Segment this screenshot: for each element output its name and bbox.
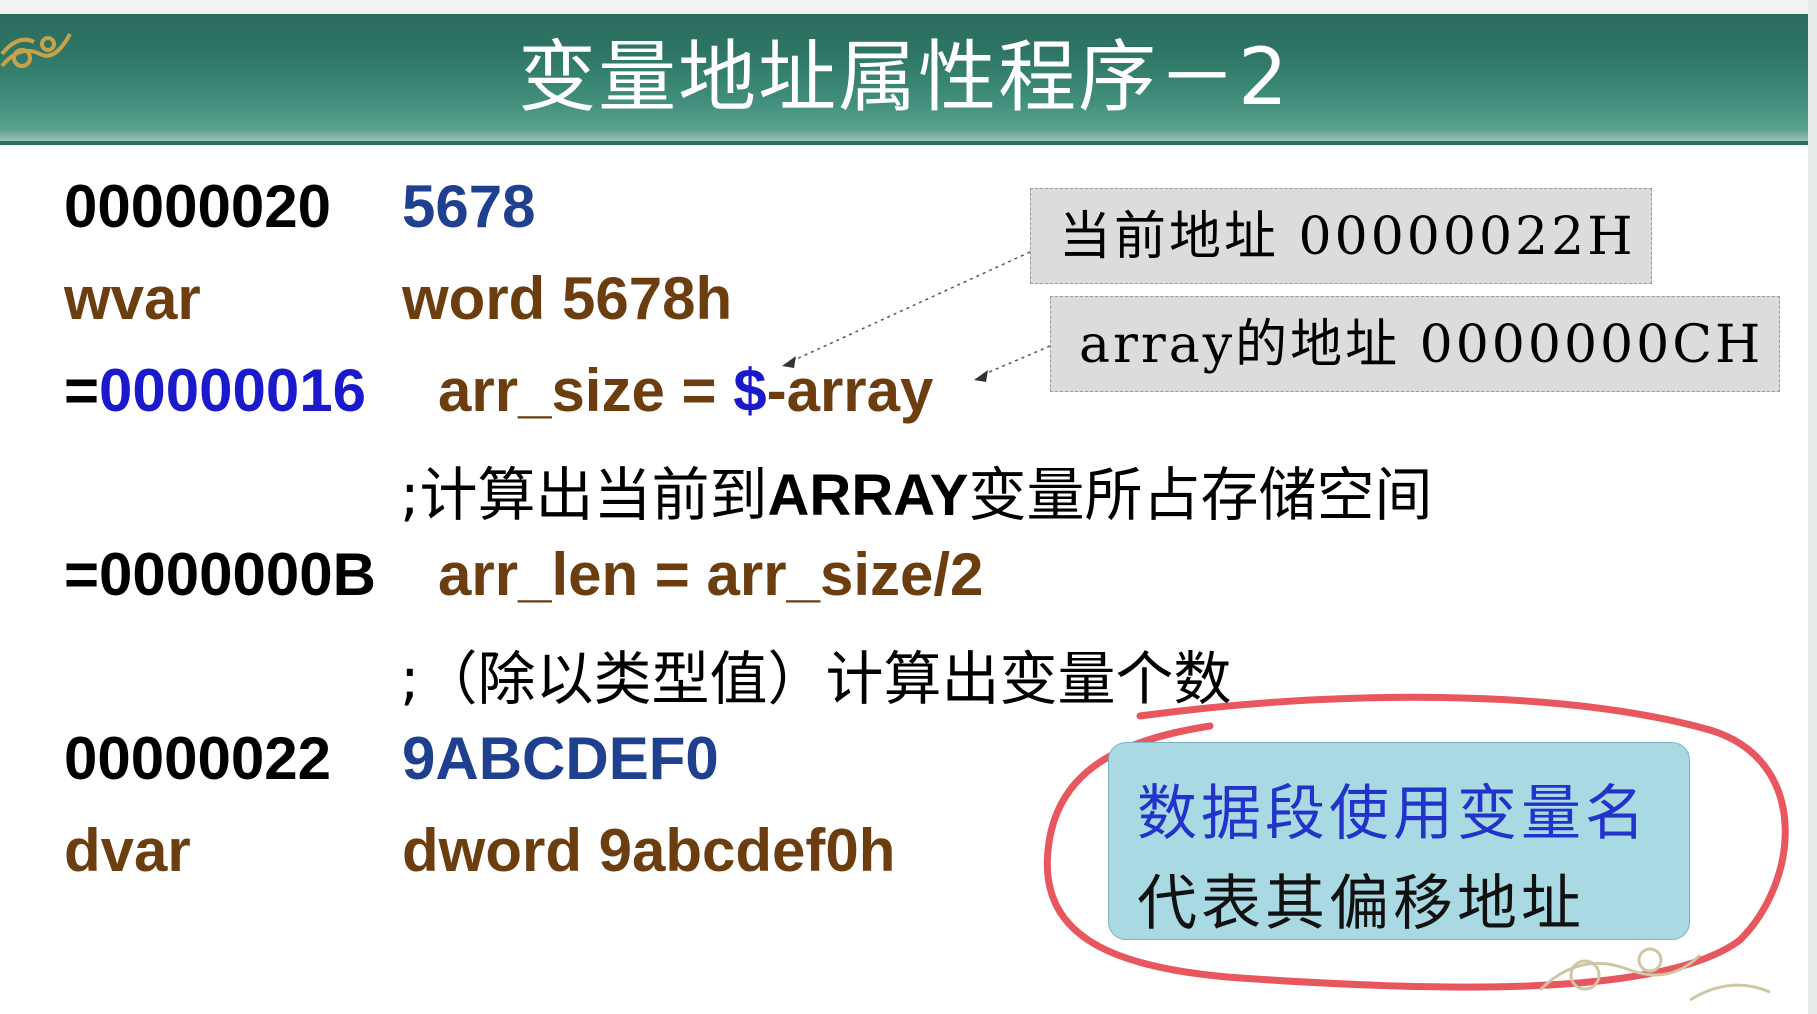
note-line-1: 数据段使用变量名: [1137, 779, 1649, 849]
pointer-line-current: [789, 251, 1031, 363]
note-line-2: 代表其偏移地址: [1137, 869, 1585, 939]
pointer-line-array: [979, 345, 1051, 377]
cloud-ornament-bottom-right-icon: [1538, 947, 1771, 1002]
pointer-arrow-current-icon: [782, 356, 796, 368]
note-box: 数据段使用变量名 代表其偏移地址: [1108, 742, 1690, 940]
pointer-arrow-array-icon: [974, 370, 988, 382]
